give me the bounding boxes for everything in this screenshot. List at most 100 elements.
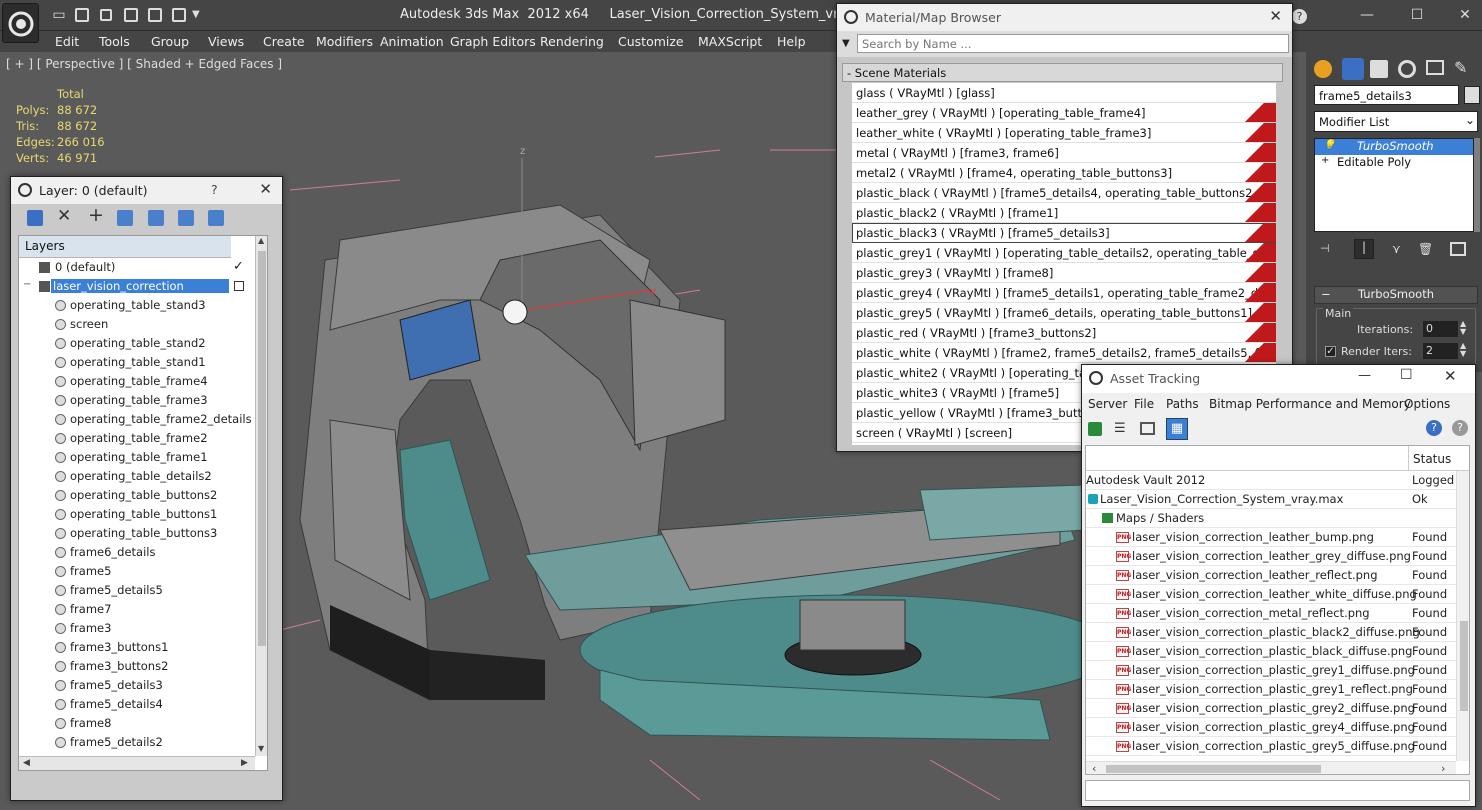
material-browser-close-button[interactable]: ✕ [1269, 7, 1282, 25]
layer-object-row[interactable]: operating_table_stand3 [19, 296, 267, 315]
motion-tab-icon[interactable] [1398, 60, 1416, 78]
freeze-all-icon[interactable] [208, 210, 224, 226]
asset-maximize-button[interactable]: ☐ [1400, 367, 1413, 383]
layer-vertical-scrollbar[interactable]: ▲ ▼ [255, 236, 267, 756]
turbosmooth-rollout-header[interactable]: − TurboSmooth [1314, 286, 1478, 304]
asset-row[interactable]: PNG laser_vision_correction_plastic_grey1… [1086, 680, 1469, 699]
material-row[interactable]: plastic_black ( VRayMtl ) [frame5_detail… [852, 183, 1276, 203]
layer-object-row[interactable]: frame3_buttons2 [19, 657, 267, 676]
asset-menu-paths[interactable]: Paths [1166, 397, 1199, 411]
material-row[interactable]: plastic_grey4 ( VRayMtl ) [frame5_detail… [852, 283, 1276, 303]
configure-sets-icon[interactable] [1450, 242, 1466, 256]
layer-object-row[interactable]: operating_table_frame3 [19, 391, 267, 410]
add-to-layer-icon[interactable]: + [88, 204, 104, 226]
layer-object-row[interactable]: operating_table_stand1 [19, 353, 267, 372]
redo-icon[interactable] [124, 8, 138, 22]
select-objects-icon[interactable] [117, 210, 133, 226]
asset-close-button[interactable]: ✕ [1444, 367, 1457, 385]
help-icon[interactable]: ? [1426, 420, 1442, 436]
asset-row[interactable]: PNG laser_vision_correction_plastic_black… [1086, 642, 1469, 661]
asset-path-field[interactable] [1085, 780, 1470, 801]
layer-object-row[interactable]: operating_table_stand2 [19, 334, 267, 353]
asset-row[interactable]: Maps / Shaders [1086, 509, 1469, 528]
material-row[interactable]: leather_grey ( VRayMtl ) [operating_tabl… [852, 103, 1276, 123]
column-divider[interactable] [1408, 446, 1409, 471]
layer-object-row[interactable]: operating_table_frame4 [19, 372, 267, 391]
layer-horizontal-scrollbar[interactable]: ◀ ▶ [19, 756, 255, 770]
asset-row[interactable]: PNG laser_vision_correction_plastic_grey1… [1086, 661, 1469, 680]
refresh-icon[interactable] [1088, 422, 1102, 436]
menu-modifiers[interactable]: Modifiers [316, 34, 373, 49]
scroll-up-icon[interactable]: ▲ [258, 236, 264, 245]
material-row[interactable]: plastic_black2 ( VRayMtl ) [frame1] [852, 203, 1276, 223]
delete-layer-icon[interactable]: ✕ [57, 206, 71, 226]
menu-graph-editors[interactable]: Graph Editors [450, 34, 536, 49]
material-row[interactable]: leather_white ( VRayMtl ) [operating_tab… [852, 123, 1276, 143]
layer-object-row[interactable]: frame3 [19, 619, 267, 638]
material-row[interactable]: plastic_red ( VRayMtl ) [frame3_buttons2… [852, 323, 1276, 343]
asset-row[interactable]: Autodesk Vault 2012 Logged [1086, 471, 1469, 490]
undo-icon[interactable] [100, 9, 112, 21]
asset-row[interactable]: PNG laser_vision_correction_plastic_grey5… [1086, 737, 1469, 756]
show-end-result-icon[interactable]: | [1354, 239, 1374, 259]
set-current-box[interactable] [234, 281, 244, 291]
asset-row[interactable]: Laser_Vision_Correction_System_vray.max O… [1086, 490, 1469, 509]
scroll-right-icon[interactable]: › [1441, 762, 1445, 774]
menu-tools[interactable]: Tools [99, 34, 130, 49]
scroll-thumb[interactable] [258, 251, 266, 646]
render-iters-spinner[interactable]: 2 [1423, 343, 1458, 359]
render-iters-spinner-arrows[interactable]: ▲ ▼ [1460, 342, 1466, 358]
layer-object-row[interactable]: frame6_details [19, 543, 267, 562]
asset-row[interactable]: PNG laser_vision_correction_plastic_black… [1086, 623, 1469, 642]
save-icon[interactable] [75, 8, 89, 22]
pin-stack-icon[interactable]: ⊣ [1320, 242, 1336, 255]
layer-object-row[interactable]: frame7 [19, 600, 267, 619]
layer-object-row[interactable]: frame5_details2 [19, 733, 267, 752]
layer-object-row[interactable]: operating_table_buttons3 [19, 524, 267, 543]
layers-column-header[interactable]: Layers [19, 236, 231, 258]
modifier-stack[interactable]: 💡 TurboSmooth + Editable Poly [1314, 138, 1474, 232]
display-tab-icon[interactable] [1426, 60, 1444, 75]
asset-row[interactable]: PNG laser_vision_correction_leather_bump.… [1086, 528, 1469, 547]
layer-object-row[interactable]: operating_table_details2 [19, 467, 267, 486]
layer-object-row[interactable]: operating_table_buttons1 [19, 505, 267, 524]
layer-list[interactable]: Layers 0 (default) ✓ − laser_vision_corr… [18, 235, 268, 771]
layer-object-row[interactable]: operating_table_frame1 [19, 448, 267, 467]
modifier-list-dropdown[interactable]: Modifier List ⌄ [1314, 111, 1478, 132]
asset-menu-bitmap-performance[interactable]: Bitmap Performance and Memory [1209, 397, 1411, 411]
layer-object-row[interactable]: frame3_buttons1 [19, 638, 267, 657]
scroll-left-icon[interactable]: ◀ [23, 758, 30, 768]
fetch-icon[interactable] [172, 8, 186, 22]
layer-row-active[interactable]: − laser_vision_correction [19, 277, 267, 296]
layer-object-row[interactable]: frame8 [19, 714, 267, 733]
menu-views[interactable]: Views [208, 34, 244, 49]
layer-object-row[interactable]: operating_table_buttons2 [19, 486, 267, 505]
stack-scrollbar[interactable] [1474, 138, 1480, 232]
stack-item-turbosmooth[interactable]: 💡 TurboSmooth [1315, 139, 1473, 155]
asset-menu-server[interactable]: Server [1088, 397, 1127, 411]
layer-object-row[interactable]: frame5_details4 [19, 695, 267, 714]
list-view-icon[interactable]: ☰ [1114, 421, 1126, 436]
scroll-left-icon[interactable]: ‹ [1092, 762, 1096, 774]
menu-animation[interactable]: Animation [380, 34, 444, 49]
highlight-layer-icon[interactable] [148, 210, 164, 226]
current-layer-check-icon[interactable]: ✓ [233, 259, 244, 274]
expand-icon[interactable]: + [1321, 155, 1329, 166]
asset-row[interactable]: PNG laser_vision_correction_plastic_grey4… [1086, 718, 1469, 737]
material-row[interactable]: plastic_black3 ( VRayMtl ) [frame5_detai… [852, 223, 1276, 243]
scroll-thumb[interactable] [1106, 765, 1321, 773]
hold-icon[interactable] [148, 8, 162, 22]
asset-row[interactable]: PNG laser_vision_correction_plastic_grey2… [1086, 699, 1469, 718]
scene-materials-section[interactable]: - Scene Materials [842, 63, 1283, 82]
asset-table[interactable]: Status Autodesk Vault 2012 Logged Laser_Vi… [1085, 445, 1470, 775]
thumbnail-view-icon[interactable] [1140, 422, 1155, 435]
asset-row[interactable]: PNG laser_vision_correction_leather_refle… [1086, 566, 1469, 585]
minimize-button[interactable]: — [1357, 5, 1377, 25]
material-row[interactable]: plastic_grey3 ( VRayMtl ) [frame8] [852, 263, 1276, 283]
asset-menu-file[interactable]: File [1134, 397, 1154, 411]
menu-group[interactable]: Group [151, 34, 189, 49]
menu-rendering[interactable]: Rendering [540, 34, 604, 49]
material-row[interactable]: metal2 ( VRayMtl ) [frame4, operating_ta… [852, 163, 1276, 183]
material-browser-title-bar[interactable]: Material/Map Browser ✕ [837, 4, 1292, 31]
scroll-right-icon[interactable]: ▶ [241, 758, 248, 768]
